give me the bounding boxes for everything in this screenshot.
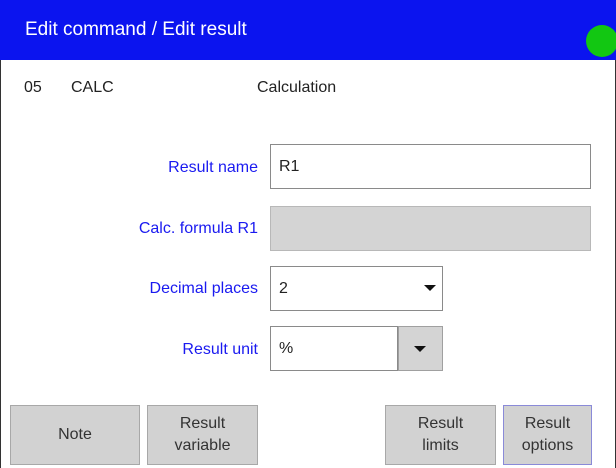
window-title: Edit command / Edit result xyxy=(25,19,247,40)
decimal-places-dropdown[interactable]: 2 xyxy=(270,266,443,311)
result-variable-label-line2: variable xyxy=(174,437,231,454)
result-unit-input[interactable]: % xyxy=(270,326,398,371)
result-variable-button[interactable]: Result variable xyxy=(147,405,258,465)
decimal-places-value: 2 xyxy=(279,280,288,297)
command-code: CALC xyxy=(71,79,114,96)
result-options-label-line2: options xyxy=(521,437,574,454)
decimal-places-label: Decimal places xyxy=(149,280,258,297)
title-bar: Edit command / Edit result xyxy=(0,0,616,60)
result-unit-value: % xyxy=(279,340,294,357)
result-name-input[interactable]: R1 xyxy=(270,144,591,189)
calc-formula-input[interactable] xyxy=(270,206,591,251)
note-button[interactable]: Note xyxy=(10,405,140,465)
command-description: Calculation xyxy=(257,79,337,96)
result-variable-label-line1: Result xyxy=(179,415,226,432)
result-name-value: R1 xyxy=(279,158,300,175)
note-button-label: Note xyxy=(58,426,92,443)
result-limits-label-line1: Result xyxy=(417,415,464,432)
command-number: 05 xyxy=(24,79,42,96)
chevron-down-icon xyxy=(424,285,436,291)
calc-formula-label: Calc. formula R1 xyxy=(138,220,258,237)
result-options-label-line1: Result xyxy=(524,415,571,432)
chevron-down-icon xyxy=(414,346,426,352)
result-unit-label: Result unit xyxy=(182,341,258,358)
result-options-button[interactable]: Result options xyxy=(503,405,592,465)
status-indicator-icon xyxy=(586,25,616,57)
result-limits-button[interactable]: Result limits xyxy=(385,405,496,465)
result-name-label: Result name xyxy=(168,159,258,176)
result-unit-dropdown-button[interactable] xyxy=(398,326,443,371)
result-limits-label-line2: limits xyxy=(422,437,459,454)
